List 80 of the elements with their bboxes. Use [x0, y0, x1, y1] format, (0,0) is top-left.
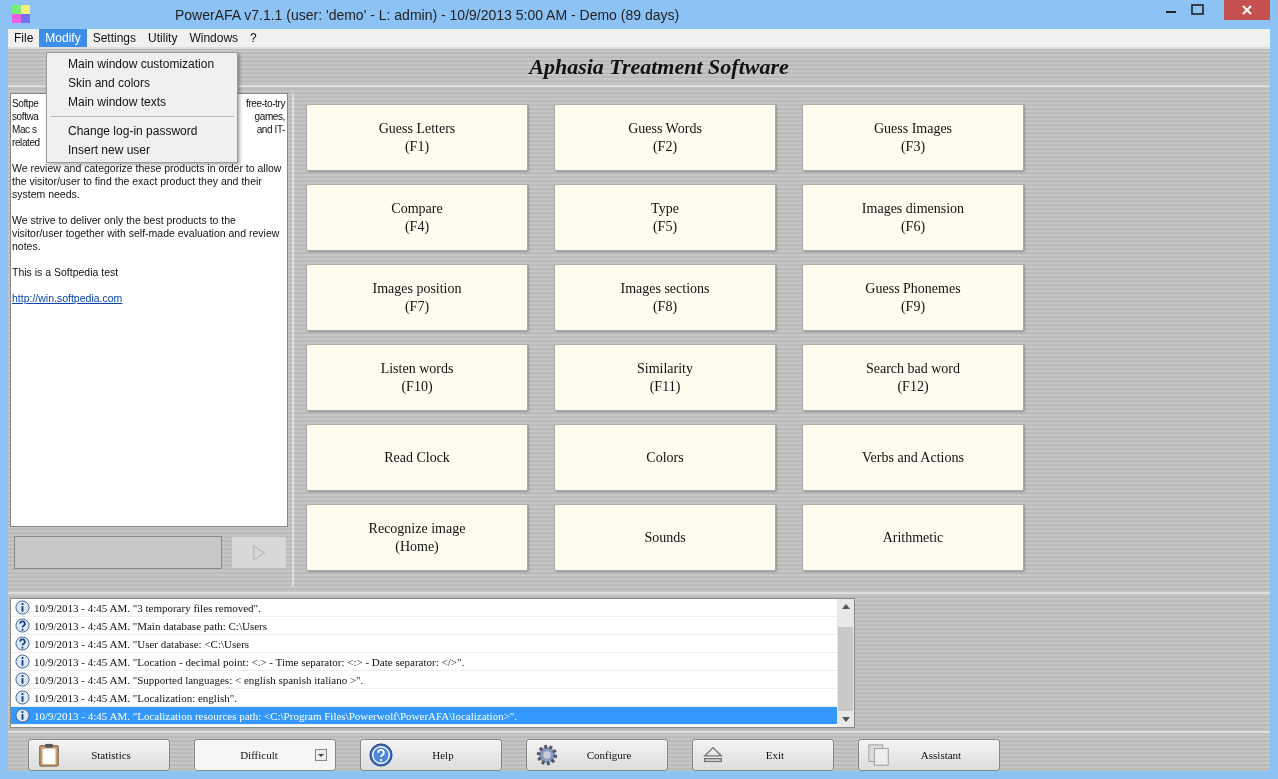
toolbar-button[interactable]: Help — [360, 739, 502, 771]
log-text: 10/9/2013 - 4:45 AM. "User database: <C:\Users — [34, 637, 250, 650]
close-icon — [1242, 5, 1252, 15]
exercise-button[interactable]: Recognize image (Home) — [306, 504, 528, 571]
play-icon — [252, 544, 266, 561]
exercise-button[interactable]: Compare (F4) — [306, 184, 528, 251]
exercise-button[interactable]: Guess Phonemes (F9) — [802, 264, 1024, 331]
menu-item[interactable]: Windows — [183, 28, 245, 47]
menu-entry[interactable]: Insert new user — [47, 141, 237, 160]
link[interactable]: http://win.softpedia.com — [12, 292, 123, 304]
text-fragment: games, — [254, 110, 285, 123]
exercise-button[interactable]: Similarity (F11) — [554, 344, 776, 411]
log-text: 10/9/2013 - 4:45 AM. "Main database path: C:\Users — [34, 619, 268, 632]
toolbar-button[interactable]: Configure — [526, 739, 668, 771]
menu-item[interactable]: Utility — [142, 28, 184, 47]
window-title: PowerAFA v7.1.1 (user: 'demo' - L: admin) - 10/9/2013 5:00 AM - Demo (89 days) — [175, 7, 680, 23]
text-fragment: free-to-try — [246, 97, 285, 110]
paragraph: We strive to deliver only the best products to the visitor/user together with self-made evaluation and review notes. — [12, 214, 281, 253]
exercise-button[interactable]: Arithmetic — [802, 504, 1024, 571]
pages-icon — [867, 743, 891, 767]
log-text: 10/9/2013 - 4:45 AM. "Localization resources path: <C:\Program Files\Powerwolf\PowerAFA\localization>". — [34, 709, 518, 722]
log-entry[interactable]: 10/9/2013 - 4:45 AM. "3 temporary files removed". — [11, 599, 837, 617]
exercise-button[interactable]: Search bad word (F12) — [802, 344, 1024, 411]
exercise-button[interactable]: Colors — [554, 424, 776, 491]
clipboard-icon — [37, 743, 61, 767]
info-icon — [15, 600, 30, 615]
input-field[interactable] — [14, 536, 222, 569]
text-fragment: Mac s — [12, 123, 37, 136]
scroll-up-icon[interactable] — [841, 603, 850, 609]
exercise-button[interactable]: Images sections (F8) — [554, 264, 776, 331]
exercise-button[interactable]: Read Clock — [306, 424, 528, 491]
info-icon — [15, 708, 30, 723]
help-icon — [15, 636, 30, 651]
help-icon — [15, 618, 30, 633]
exercise-button[interactable]: Guess Words (F2) — [554, 104, 776, 171]
log-text: 10/9/2013 - 4:45 AM. "3 temporary files removed". — [34, 601, 261, 614]
menu-entry[interactable]: Main window customization — [47, 55, 237, 74]
paragraph: We review and categorize these products in order to allow the visitor/user to find the exact product they and their system needs. — [12, 162, 283, 201]
exercise-button[interactable]: Type (F5) — [554, 184, 776, 251]
maximize-icon[interactable] — [1190, 2, 1206, 18]
menu-item[interactable]: ? — [244, 28, 263, 47]
exercise-button[interactable]: Listen words (F10) — [306, 344, 528, 411]
exercise-button[interactable]: Verbs and Actions — [802, 424, 1024, 491]
gear-icon — [535, 743, 559, 767]
menu-entry[interactable]: Main window texts — [47, 93, 237, 112]
menu-entry[interactable]: Change log-in password — [47, 122, 237, 141]
toolbar-button[interactable]: Difficult — [194, 739, 336, 771]
text-fragment: related — [12, 136, 40, 149]
menu-item[interactable]: Settings — [86, 28, 143, 47]
toolbar-button[interactable]: Statistics — [28, 739, 170, 771]
app-title: Aphasia Treatment Software — [529, 54, 789, 80]
caret-icon — [315, 749, 327, 761]
toolbar-button[interactable]: Exit — [692, 739, 834, 771]
exercise-button[interactable]: Sounds — [554, 504, 776, 571]
log-entry[interactable]: 10/9/2013 - 4:45 AM. "Main database path: C:\Users — [11, 617, 837, 635]
menu-entry[interactable]: Skin and colors — [47, 74, 237, 93]
log-text: 10/9/2013 - 4:45 AM. "Supported languages: < english spanish italiano >". — [34, 673, 364, 686]
log-entry[interactable]: 10/9/2013 - 4:45 AM. "Supported languages: < english spanish italiano >". — [11, 671, 837, 689]
toolbar-button[interactable]: Assistant — [858, 739, 1000, 771]
log-entry[interactable]: 10/9/2013 - 4:45 AM. "User database: <C:\Users — [11, 635, 837, 653]
menu-item[interactable]: File — [8, 28, 40, 47]
close-button[interactable] — [1224, 0, 1270, 20]
info-icon — [15, 672, 30, 687]
exercise-button[interactable]: Images dimension (F6) — [802, 184, 1024, 251]
paragraph: This is a Softpedia test — [12, 266, 120, 279]
log-text: 10/9/2013 - 4:45 AM. "Localization: english". — [34, 691, 237, 704]
app-logo-icon — [12, 5, 30, 24]
info-icon — [15, 654, 30, 669]
text-fragment: and IT- — [256, 123, 285, 136]
scrollbar[interactable] — [837, 599, 854, 727]
text-fragment: softwa — [12, 110, 39, 123]
text-fragment: Softpe — [12, 97, 39, 110]
scroll-down-icon[interactable] — [841, 717, 850, 723]
log-entry[interactable]: 10/9/2013 - 4:45 AM. "Location - decimal point: <.> - Time separator: <:> - Date separator: </>". — [11, 653, 837, 671]
help-icon — [369, 743, 393, 767]
exercise-button[interactable]: Guess Images (F3) — [802, 104, 1024, 171]
info-icon — [15, 690, 30, 705]
log-text: 10/9/2013 - 4:45 AM. "Location - decimal point: <.> - Time separator: <:> - Date separator: </>". — [34, 655, 465, 668]
exercise-button[interactable]: Images position (F7) — [306, 264, 528, 331]
exercise-button[interactable]: Guess Letters (F1) — [306, 104, 528, 171]
